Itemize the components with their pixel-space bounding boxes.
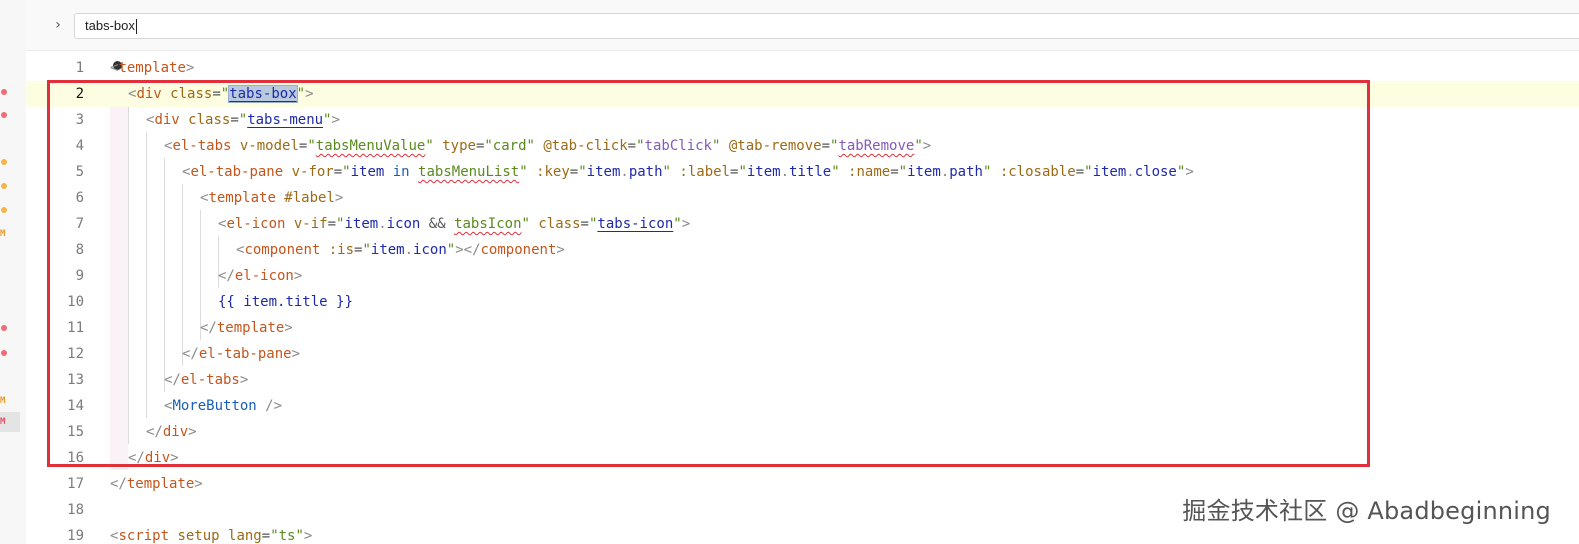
- code-line[interactable]: 7 <el-icon v-if="item.icon && tabsIcon" …: [26, 211, 1579, 237]
- scm-modified-letter[interactable]: M: [0, 412, 20, 432]
- code-line[interactable]: 11 </template>: [26, 315, 1579, 341]
- line-number: 12: [67, 346, 84, 362]
- line-number: 4: [75, 138, 84, 154]
- chevron-right-icon[interactable]: ›: [50, 15, 66, 35]
- code-line[interactable]: 5 <el-tab-pane v-for="item in tabsMenuLi…: [26, 159, 1579, 185]
- line-number: 15: [67, 424, 84, 440]
- code-text: </template>: [110, 476, 203, 492]
- code-line[interactable]: 10 {{ item.title }}: [26, 289, 1579, 315]
- code-text: </template>: [200, 320, 293, 336]
- scm-dot: [1, 350, 7, 356]
- code-line[interactable]: 14 <MoreButton />: [26, 393, 1579, 419]
- line-number: 7: [75, 216, 84, 232]
- line-number: 17: [67, 476, 84, 492]
- scm-dot: [1, 159, 7, 165]
- scm-modified-letter[interactable]: M: [0, 396, 5, 406]
- line-number: 10: [67, 294, 84, 310]
- code-line[interactable]: 16 </div>: [26, 445, 1579, 471]
- code-line[interactable]: 13 </el-tabs>: [26, 367, 1579, 393]
- line-number: 8: [75, 242, 84, 258]
- code-text: {{ item.title }}: [218, 294, 353, 310]
- line-number: 19: [67, 528, 84, 544]
- scm-modified-letter[interactable]: M: [0, 229, 5, 239]
- code-text: <template>: [110, 60, 195, 76]
- code-text: <script setup lang="ts">: [110, 528, 313, 544]
- code-text: </div>: [146, 424, 197, 440]
- code-text: </el-icon>: [218, 268, 303, 284]
- code-text: </el-tab-pane>: [182, 346, 301, 362]
- search-bar: › tabs-box: [26, 0, 1579, 51]
- code-text: </el-tabs>: [164, 372, 249, 388]
- code-line[interactable]: 15 </div>: [26, 419, 1579, 445]
- code-text: <el-tab-pane v-for="item in tabsMenuList…: [182, 164, 1194, 180]
- code-line[interactable]: 4 <el-tabs v-model="tabsMenuValue" type=…: [26, 133, 1579, 159]
- line-number: 3: [75, 112, 84, 128]
- code-text: </div>: [128, 450, 179, 466]
- code-line[interactable]: 19 <script setup lang="ts">: [26, 523, 1579, 544]
- search-input-value: tabs-box: [85, 18, 135, 33]
- line-number: 18: [67, 502, 84, 518]
- code-editor[interactable]: 1 <template> 2 <div class="tabs-box"> 3 …: [26, 50, 1579, 544]
- code-line[interactable]: 3 <div class="tabs-menu">: [26, 107, 1579, 133]
- code-text: <div class="tabs-box">: [128, 85, 314, 103]
- line-number: 14: [67, 398, 84, 414]
- code-text: <div class="tabs-menu">: [146, 112, 340, 128]
- code-text: <el-icon v-if="item.icon && tabsIcon" cl…: [218, 216, 691, 232]
- code-text: <el-tabs v-model="tabsMenuValue" type="c…: [164, 138, 932, 154]
- scm-dot: [1, 112, 7, 118]
- line-number: 5: [75, 164, 84, 180]
- watermark: 掘金技术社区 @ Abadbeginning: [1182, 497, 1551, 525]
- scm-dot: [1, 89, 7, 95]
- code-line-current[interactable]: 2 <div class="tabs-box">: [26, 81, 1579, 107]
- line-number: 11: [67, 320, 84, 336]
- search-match-highlight: tabs-box: [228, 85, 298, 103]
- line-number: 1: [75, 60, 84, 76]
- code-line[interactable]: 9 </el-icon>: [26, 263, 1579, 289]
- code-line[interactable]: 1 <template>: [26, 55, 1579, 81]
- code-line[interactable]: 8 <component :is="item.icon"></component…: [26, 237, 1579, 263]
- line-number: 16: [67, 450, 84, 466]
- code-text: <template #label>: [200, 190, 344, 206]
- scm-gutter: M M M: [0, 0, 26, 544]
- scm-dot: [1, 183, 7, 189]
- line-number: 2: [75, 86, 84, 102]
- scm-dot: [1, 325, 7, 331]
- code-text: <component :is="item.icon"></component>: [236, 242, 565, 258]
- search-input[interactable]: tabs-box: [74, 13, 1579, 39]
- editor-window: M M M › tabs-box 1 <template> 2 <div cla…: [0, 0, 1579, 544]
- code-line[interactable]: 6 <template #label>: [26, 185, 1579, 211]
- text-caret: [135, 19, 137, 35]
- code-text: <MoreButton />: [164, 398, 283, 414]
- line-number: 9: [75, 268, 84, 284]
- line-number: 6: [75, 190, 84, 206]
- scm-dot: [1, 207, 7, 213]
- code-line[interactable]: 12 </el-tab-pane>: [26, 341, 1579, 367]
- line-number: 13: [67, 372, 84, 388]
